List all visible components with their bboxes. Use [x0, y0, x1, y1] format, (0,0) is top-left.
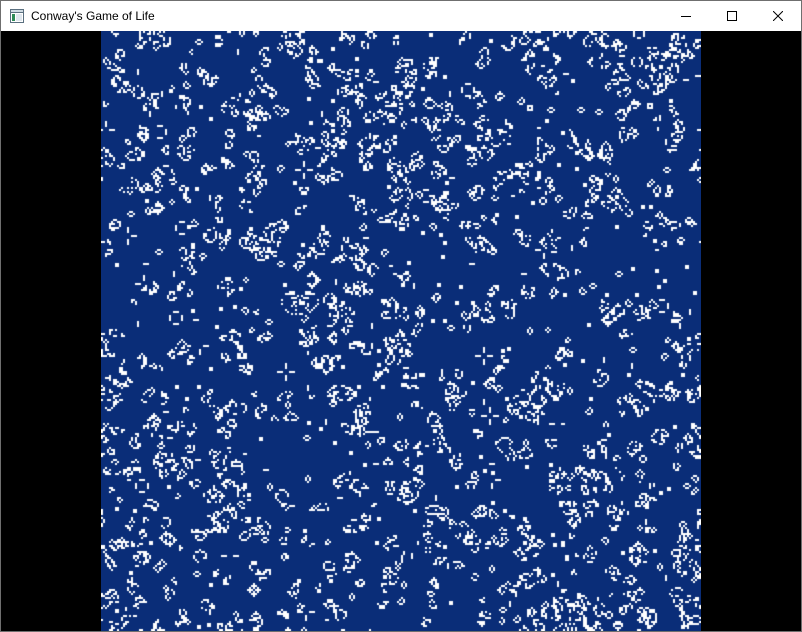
minimize-icon — [681, 16, 691, 17]
close-button[interactable] — [755, 1, 801, 31]
minimize-button[interactable] — [663, 1, 709, 31]
window-app-icon[interactable] — [10, 9, 24, 23]
maximize-button[interactable] — [709, 1, 755, 31]
app-window: Conway's Game of Life — [0, 0, 802, 632]
title-bar[interactable]: Conway's Game of Life — [1, 1, 801, 31]
client-area — [1, 31, 801, 631]
maximize-icon — [727, 11, 737, 21]
close-icon — [773, 11, 783, 21]
life-grid-canvas[interactable] — [101, 31, 701, 631]
window-title: Conway's Game of Life — [31, 9, 155, 23]
